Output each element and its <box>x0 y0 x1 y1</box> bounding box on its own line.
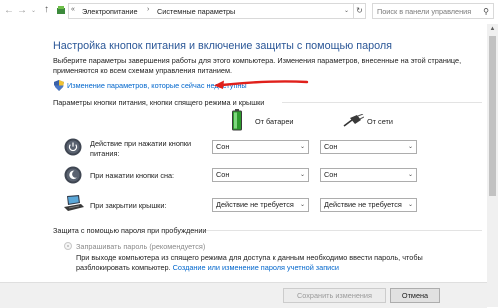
sleep-button-ac-select[interactable]: Сон ⌄ <box>320 168 417 182</box>
address-bar[interactable]: « Электропитание › Системные параметры ⌄ <box>68 3 354 19</box>
chevron-down-icon: ⌄ <box>407 172 413 178</box>
power-button-battery-value: Сон <box>216 142 230 151</box>
lid-close-label: При закрытии крышки: <box>90 201 167 210</box>
scroll-up-icon[interactable]: ▲ <box>487 24 498 35</box>
chevron-down-icon: ⌄ <box>299 202 305 208</box>
footer-bar: Сохранить изменения Отмена <box>0 282 487 308</box>
search-icon[interactable]: ⚲ <box>483 7 489 16</box>
require-password-label: Запрашивать пароль (рекомендуется) <box>76 242 206 251</box>
chevron-down-icon: ⌄ <box>299 144 305 150</box>
save-changes-button[interactable]: Сохранить изменения <box>283 288 386 303</box>
power-plug-icon <box>343 114 364 127</box>
power-button-ac-value: Сон <box>324 142 338 151</box>
search-input[interactable]: Поиск в панели управления ⚲ <box>372 3 494 19</box>
recent-dropdown-icon[interactable]: ⌄ <box>31 6 36 16</box>
power-button-ac-select[interactable]: Сон ⌄ <box>320 140 417 154</box>
chevron-down-icon: ⌄ <box>407 202 413 208</box>
require-password-description: При выходе компьютера из спящего режима … <box>76 253 426 273</box>
uac-shield-icon <box>54 80 64 91</box>
column-header-ac: От сети <box>367 117 393 126</box>
cancel-button[interactable]: Отмена <box>390 288 440 303</box>
column-header-battery: От батареи <box>255 117 294 126</box>
sleep-button-ac-value: Сон <box>324 170 338 179</box>
search-placeholder: Поиск в панели управления <box>377 7 472 16</box>
breadcrumb-power-options[interactable]: Электропитание <box>82 7 138 16</box>
breadcrumb-system-settings[interactable]: Системные параметры <box>157 7 235 16</box>
sleep-button-label: При нажатии кнопки сна: <box>90 171 175 180</box>
section-heading-buttons: Параметры кнопки питания, кнопки спящего… <box>53 98 265 107</box>
sleep-button-battery-select[interactable]: Сон ⌄ <box>212 168 309 182</box>
battery-icon <box>232 109 242 131</box>
create-change-password-link[interactable]: Создание или изменение пароля учетной за… <box>173 263 339 272</box>
lid-close-battery-value: Действие не требуется <box>216 200 294 209</box>
lid-close-ac-select[interactable]: Действие не требуется ⌄ <box>320 198 417 212</box>
address-dropdown-icon[interactable]: ⌄ <box>344 7 349 14</box>
page-description: Выберите параметры завершения работы для… <box>53 56 462 75</box>
section-divider <box>282 102 482 103</box>
sleep-icon <box>64 166 82 184</box>
power-button-battery-select[interactable]: Сон ⌄ <box>212 140 309 154</box>
refresh-button[interactable]: ↻ <box>354 3 366 19</box>
chevron-down-icon: ⌄ <box>407 144 413 150</box>
breadcrumb-separator-icon: › <box>147 6 150 13</box>
control-panel-icon <box>57 6 65 14</box>
back-icon[interactable]: ← <box>4 6 14 16</box>
lid-close-battery-select[interactable]: Действие не требуется ⌄ <box>212 198 309 212</box>
breadcrumb-overflow-icon[interactable]: « <box>71 6 75 13</box>
require-password-radio[interactable] <box>64 242 72 250</box>
chevron-down-icon: ⌄ <box>299 172 305 178</box>
section-heading-password: Защита с помощью пароля при пробуждении <box>53 226 207 235</box>
power-icon <box>64 138 82 156</box>
section-divider <box>206 230 482 231</box>
up-arrow-icon[interactable]: ↑ <box>44 5 49 15</box>
vertical-scrollbar[interactable]: ▲ <box>487 24 498 307</box>
lid-close-ac-value: Действие не требуется <box>324 200 402 209</box>
scroll-thumb[interactable] <box>489 36 496 196</box>
page-title: Настройка кнопок питания и включение защ… <box>53 40 392 52</box>
sleep-button-battery-value: Сон <box>216 170 230 179</box>
laptop-lid-icon <box>64 195 84 211</box>
forward-icon[interactable]: → <box>17 6 27 16</box>
refresh-icon: ↻ <box>356 6 363 15</box>
power-button-label: Действие при нажатии кнопки питания: <box>90 139 192 158</box>
red-arrow-annotation <box>214 80 309 89</box>
